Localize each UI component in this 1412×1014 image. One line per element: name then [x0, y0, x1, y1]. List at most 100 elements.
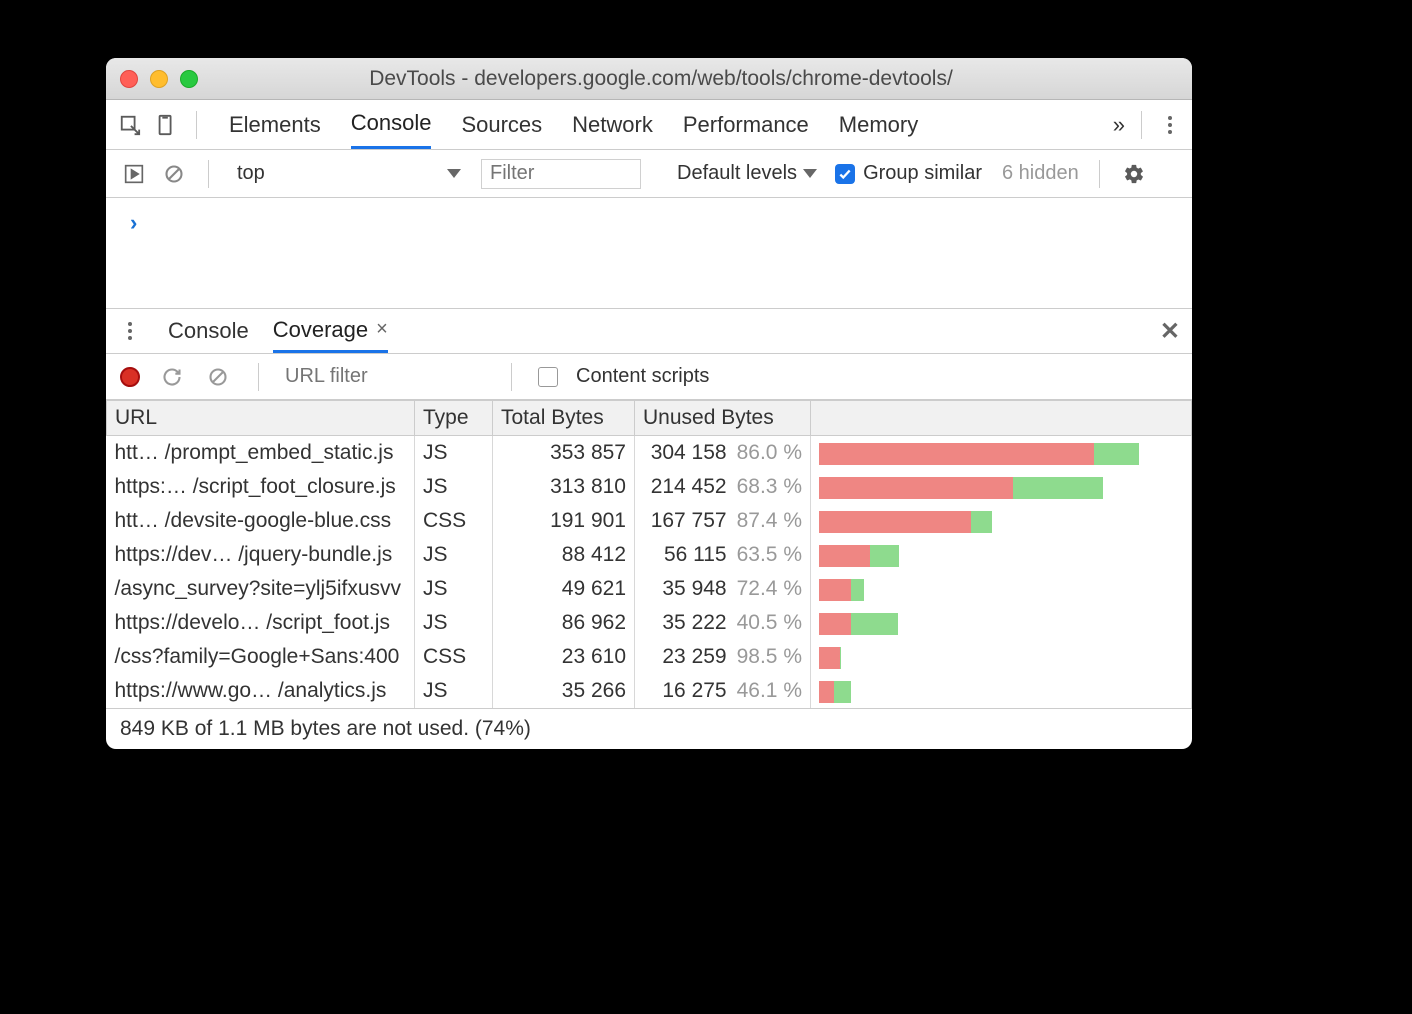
- traffic-lights: [120, 70, 198, 88]
- more-tabs-button[interactable]: »: [1113, 112, 1125, 138]
- cell-unused-bytes: 35 22240.5 %: [635, 606, 811, 640]
- cell-url: htt… /prompt_embed_static.js: [107, 436, 415, 471]
- cell-total-bytes: 23 610: [493, 640, 635, 674]
- cell-type: JS: [415, 606, 493, 640]
- execution-context-value: top: [237, 162, 265, 185]
- close-window-button[interactable]: [120, 70, 138, 88]
- column-header[interactable]: URL: [107, 401, 415, 436]
- cell-total-bytes: 49 621: [493, 572, 635, 606]
- log-level-select[interactable]: Default levels: [677, 162, 817, 185]
- cell-type: JS: [415, 470, 493, 504]
- cell-total-bytes: 191 901: [493, 504, 635, 538]
- inspect-element-icon[interactable]: [116, 111, 144, 139]
- column-header[interactable]: Total Bytes: [493, 401, 635, 436]
- group-similar-checkbox[interactable]: [835, 164, 855, 184]
- cell-url: https://dev… /jquery-bundle.js: [107, 538, 415, 572]
- unused-bar: [819, 477, 1013, 499]
- minimize-window-button[interactable]: [150, 70, 168, 88]
- tab-network[interactable]: Network: [572, 100, 653, 149]
- cell-type: JS: [415, 572, 493, 606]
- column-header-usage[interactable]: [811, 401, 1192, 436]
- table-row[interactable]: https://develo… /script_foot.jsJS86 9623…: [107, 606, 1192, 640]
- device-toolbar-icon[interactable]: [152, 111, 180, 139]
- separator: [258, 363, 259, 391]
- caret-down-icon: [447, 169, 461, 178]
- tab-elements[interactable]: Elements: [229, 100, 321, 149]
- console-prompt-caret-icon: ›: [130, 210, 137, 235]
- cell-unused-bytes: 16 27546.1 %: [635, 674, 811, 708]
- unused-bar: [819, 579, 851, 601]
- coverage-table: URLTypeTotal BytesUnused Bytes htt… /pro…: [106, 400, 1192, 708]
- cell-type: JS: [415, 538, 493, 572]
- hidden-count: 6 hidden: [1002, 162, 1079, 185]
- cell-total-bytes: 353 857: [493, 436, 635, 471]
- unused-bar: [819, 647, 840, 669]
- drawer-tabbar: Console Coverage × ✕: [106, 308, 1192, 354]
- drawer-tab-coverage[interactable]: Coverage ×: [273, 309, 388, 353]
- drawer-tab-console[interactable]: Console: [168, 309, 249, 353]
- cell-usage-bar: [811, 436, 1192, 471]
- titlebar: DevTools - developers.google.com/web/too…: [106, 58, 1192, 100]
- separator: [1141, 111, 1142, 139]
- separator: [208, 160, 209, 188]
- cell-url: https://develo… /script_foot.js: [107, 606, 415, 640]
- coverage-summary: 849 KB of 1.1 MB bytes are not used. (74…: [106, 708, 1192, 749]
- close-drawer-button[interactable]: ✕: [1160, 317, 1180, 346]
- zoom-window-button[interactable]: [180, 70, 198, 88]
- tab-sources[interactable]: Sources: [461, 100, 542, 149]
- close-tab-icon[interactable]: ×: [376, 318, 388, 341]
- reload-icon[interactable]: [158, 363, 186, 391]
- column-header[interactable]: Type: [415, 401, 493, 436]
- table-row[interactable]: https://dev… /jquery-bundle.jsJS88 41256…: [107, 538, 1192, 572]
- clear-coverage-icon[interactable]: [204, 363, 232, 391]
- separator: [196, 111, 197, 139]
- console-filter-input[interactable]: [481, 159, 641, 189]
- table-row[interactable]: htt… /prompt_embed_static.jsJS353 857304…: [107, 436, 1192, 471]
- cell-url: /async_survey?site=ylj5ifxusvv: [107, 572, 415, 606]
- cell-total-bytes: 88 412: [493, 538, 635, 572]
- console-settings-icon[interactable]: [1120, 160, 1148, 188]
- cell-usage-bar: [811, 470, 1192, 504]
- record-button[interactable]: [120, 367, 140, 387]
- table-row[interactable]: /async_survey?site=ylj5ifxusvvJS49 62135…: [107, 572, 1192, 606]
- cell-unused-bytes: 304 15886.0 %: [635, 436, 811, 471]
- content-scripts-checkbox[interactable]: [538, 367, 558, 387]
- cell-usage-bar: [811, 538, 1192, 572]
- console-toolbar: top Default levels Group similar 6 hidde…: [106, 150, 1192, 198]
- cell-usage-bar: [811, 606, 1192, 640]
- cell-url: htt… /devsite-google-blue.css: [107, 504, 415, 538]
- cell-usage-bar: [811, 572, 1192, 606]
- main-menu-button[interactable]: [1158, 113, 1182, 137]
- coverage-toolbar: Content scripts: [106, 354, 1192, 400]
- cell-url: https:… /script_foot_closure.js: [107, 470, 415, 504]
- cell-url: /css?family=Google+Sans:400: [107, 640, 415, 674]
- cell-type: CSS: [415, 504, 493, 538]
- used-bar: [870, 545, 899, 567]
- caret-down-icon: [803, 169, 817, 178]
- drawer-tab-label: Coverage: [273, 317, 368, 343]
- tab-console[interactable]: Console: [351, 100, 432, 149]
- cell-type: CSS: [415, 640, 493, 674]
- devtools-window: DevTools - developers.google.com/web/too…: [106, 58, 1192, 749]
- main-tabbar: Elements Console Sources Network Performance…: [106, 100, 1192, 150]
- table-row[interactable]: /css?family=Google+Sans:400CSS23 61023 2…: [107, 640, 1192, 674]
- execution-context-select[interactable]: top: [229, 158, 469, 190]
- unused-bar: [819, 545, 870, 567]
- table-row[interactable]: https:… /script_foot_closure.jsJS313 810…: [107, 470, 1192, 504]
- execution-play-icon[interactable]: [120, 160, 148, 188]
- window-title: DevTools - developers.google.com/web/too…: [214, 67, 1178, 91]
- cell-url: https://www.go… /analytics.js: [107, 674, 415, 708]
- clear-console-icon[interactable]: [160, 160, 188, 188]
- drawer-tab-label: Console: [168, 318, 249, 344]
- content-scripts-label: Content scripts: [576, 365, 709, 388]
- coverage-url-filter-input[interactable]: [285, 365, 485, 388]
- used-bar: [851, 613, 898, 635]
- table-row[interactable]: htt… /devsite-google-blue.cssCSS191 9011…: [107, 504, 1192, 538]
- drawer-menu-button[interactable]: [118, 319, 142, 343]
- column-header[interactable]: Unused Bytes: [635, 401, 811, 436]
- console-body[interactable]: ›: [106, 198, 1192, 308]
- tab-performance[interactable]: Performance: [683, 100, 809, 149]
- unused-bar: [819, 511, 971, 533]
- table-row[interactable]: https://www.go… /analytics.jsJS35 26616 …: [107, 674, 1192, 708]
- tab-memory[interactable]: Memory: [839, 100, 918, 149]
